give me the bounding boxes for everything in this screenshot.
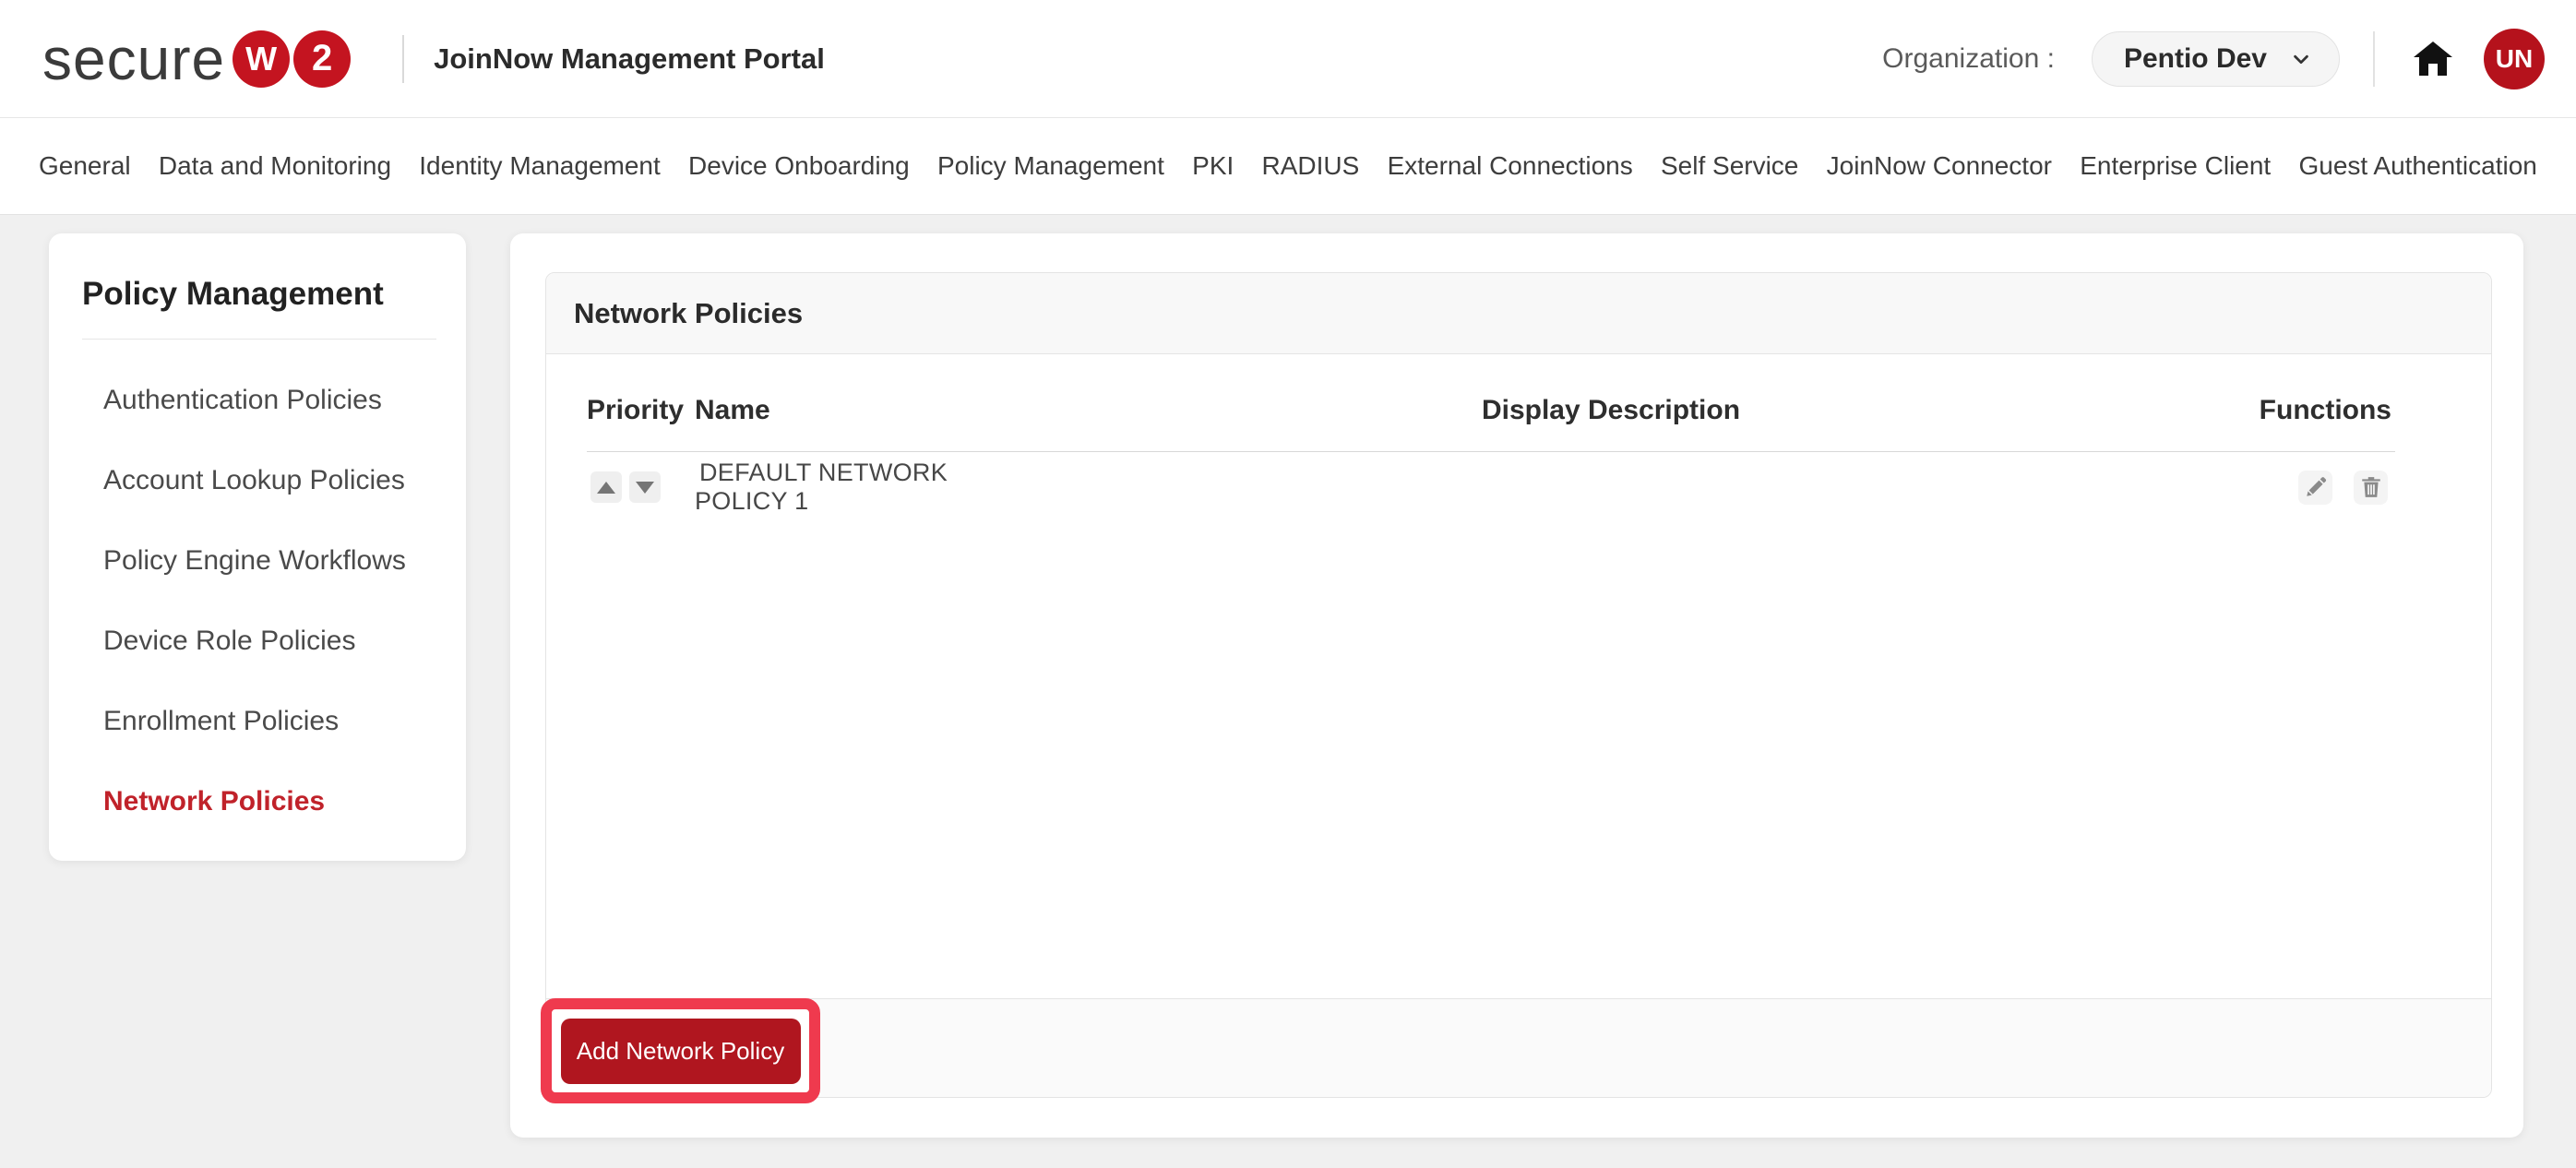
sidebar-item-network-policies[interactable]: Network Policies: [80, 761, 435, 841]
user-avatar[interactable]: UN: [2484, 29, 2545, 89]
organization-label: Organization :: [1882, 43, 2055, 75]
network-policies-card: Network Policies Priority Name Display D…: [510, 233, 2523, 1138]
add-network-policy-button[interactable]: Add Network Policy: [561, 1019, 801, 1084]
organization-dropdown[interactable]: Pentio Dev: [2092, 31, 2340, 87]
nav-item-pki[interactable]: PKI: [1192, 151, 1234, 181]
pencil-icon: [2304, 475, 2328, 499]
portal-title: JoinNow Management Portal: [434, 42, 825, 76]
securew2-logo: secure W 2: [42, 30, 351, 89]
panel-header: Network Policies: [546, 273, 2491, 354]
nav-item-identity-management[interactable]: Identity Management: [419, 151, 661, 181]
nav-item-general[interactable]: General: [39, 151, 131, 181]
priority-up-button[interactable]: [590, 471, 622, 503]
logo-w-badge: W: [233, 30, 290, 88]
nav-item-enterprise-client[interactable]: Enterprise Client: [2080, 151, 2271, 181]
column-header-functions: Functions: [2211, 354, 2395, 451]
logo-2-badge: 2: [293, 30, 351, 88]
sidebar-title: Policy Management: [80, 276, 435, 313]
nav-item-guest-authentication[interactable]: Guest Authentication: [2298, 151, 2536, 181]
nav-item-device-onboarding[interactable]: Device Onboarding: [688, 151, 910, 181]
policy-description: [1011, 451, 2211, 523]
highlight-annotation-box: Add Network Policy: [541, 998, 820, 1103]
page-body: Policy Management Authentication Policie…: [0, 215, 2576, 1167]
trash-icon: [2359, 475, 2383, 499]
column-header-display-description: Display Description: [1011, 354, 2211, 451]
header-separator: [2373, 31, 2375, 87]
sidebar-item-device-role-policies[interactable]: Device Role Policies: [80, 601, 435, 681]
panel-footer: [546, 998, 2491, 1097]
nav-item-external-connections[interactable]: External Connections: [1388, 151, 1633, 181]
nav-item-joinnow-connector[interactable]: JoinNow Connector: [1827, 151, 2052, 181]
home-icon: [2411, 37, 2455, 81]
header-divider: [402, 35, 404, 83]
sidebar-item-account-lookup-policies[interactable]: Account Lookup Policies: [80, 440, 435, 520]
panel-title: Network Policies: [574, 297, 803, 330]
sort-up-icon: [597, 482, 615, 494]
main-nav: General Data and Monitoring Identity Man…: [0, 118, 2576, 215]
delete-policy-button[interactable]: [2354, 471, 2388, 505]
logo-secure-text: secure: [42, 30, 225, 89]
sidebar-divider: [82, 339, 436, 340]
policy-management-sidebar: Policy Management Authentication Policie…: [49, 233, 466, 861]
sidebar-item-authentication-policies[interactable]: Authentication Policies: [80, 360, 435, 440]
sort-down-icon: [636, 482, 654, 494]
home-button[interactable]: [2408, 34, 2458, 84]
chevron-down-icon: [2291, 49, 2311, 69]
policy-name: DEFAULT NETWORK POLICY 1: [695, 459, 948, 515]
sidebar-item-policy-engine-workflows[interactable]: Policy Engine Workflows: [80, 520, 435, 601]
nav-item-data-and-monitoring[interactable]: Data and Monitoring: [159, 151, 391, 181]
organization-value: Pentio Dev: [2124, 43, 2267, 75]
network-policies-panel: Network Policies Priority Name Display D…: [545, 272, 2492, 1098]
sidebar-item-enrollment-policies[interactable]: Enrollment Policies: [80, 681, 435, 761]
priority-down-button[interactable]: [629, 471, 661, 503]
edit-policy-button[interactable]: [2298, 471, 2332, 505]
nav-item-radius[interactable]: RADIUS: [1262, 151, 1360, 181]
column-header-priority: Priority: [587, 354, 695, 451]
nav-item-policy-management[interactable]: Policy Management: [937, 151, 1164, 181]
nav-item-self-service[interactable]: Self Service: [1661, 151, 1798, 181]
table-row: DEFAULT NETWORK POLICY 1: [587, 451, 2395, 523]
table-header-row: Priority Name Display Description Functi…: [587, 354, 2395, 451]
policies-table: Priority Name Display Description Functi…: [546, 354, 2491, 523]
top-header: secure W 2 JoinNow Management Portal Org…: [0, 0, 2576, 118]
column-header-name: Name: [695, 354, 1011, 451]
